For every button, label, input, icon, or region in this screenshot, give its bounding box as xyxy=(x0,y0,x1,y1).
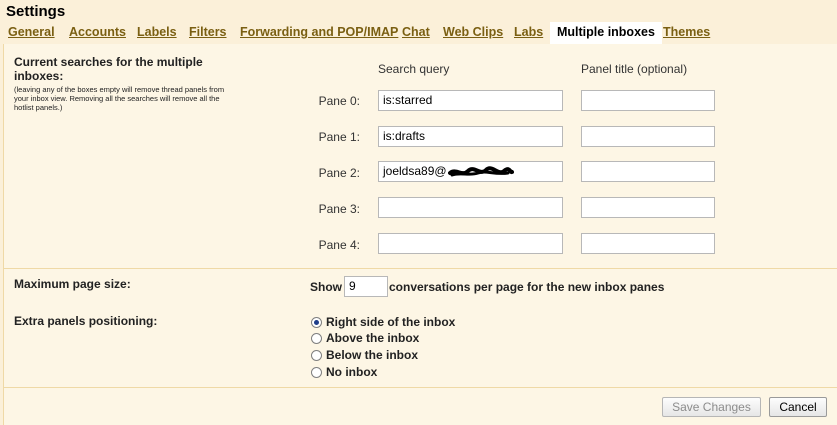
tab-chat[interactable]: Chat xyxy=(402,22,430,43)
tab-labs[interactable]: Labs xyxy=(514,22,543,43)
tab-filters[interactable]: Filters xyxy=(189,22,227,43)
tab-accounts[interactable]: Accounts xyxy=(69,22,126,43)
tab-web-clips[interactable]: Web Clips xyxy=(443,22,503,43)
radio-no-inbox-label: No inbox xyxy=(326,365,378,379)
radio-button-icon[interactable] xyxy=(311,333,322,344)
pane-4-query-input[interactable] xyxy=(378,233,563,254)
radio-no-inbox[interactable]: No inbox xyxy=(311,365,377,379)
tab-labels[interactable]: Labels xyxy=(137,22,177,43)
tab-themes[interactable]: Themes xyxy=(663,22,710,43)
radio-right-side-label: Right side of the inbox xyxy=(326,315,456,329)
pane-2-title-input[interactable] xyxy=(581,161,715,182)
searches-note: (leaving any of the boxes empty will rem… xyxy=(14,85,225,112)
positioning-label: Extra panels positioning: xyxy=(14,314,158,328)
pane-1-label: Pane 1: xyxy=(318,130,360,144)
radio-button-icon[interactable] xyxy=(311,367,322,378)
radio-below[interactable]: Below the inbox xyxy=(311,348,418,362)
page-size-label: Maximum page size: xyxy=(14,277,131,291)
radio-above-label: Above the inbox xyxy=(326,331,420,345)
pane-4-title-input[interactable] xyxy=(581,233,715,254)
pane-3-title-input[interactable] xyxy=(581,197,715,218)
searches-heading: Current searches for the multiple inboxe… xyxy=(14,55,203,83)
footer-divider xyxy=(3,387,837,388)
radio-below-label: Below the inbox xyxy=(326,348,419,362)
panel-title-column-header: Panel title (optional) xyxy=(581,62,688,76)
pane-2-label: Pane 2: xyxy=(318,166,360,180)
cancel-button[interactable]: Cancel xyxy=(769,397,827,417)
pane-1-query-input[interactable]: is:drafts xyxy=(378,126,563,147)
settings-tabs: General Accounts Labels Filters Forwardi… xyxy=(0,22,837,44)
page-size-show-text: Show xyxy=(310,280,342,294)
tab-forwarding-pop-imap[interactable]: Forwarding and POP/IMAP xyxy=(240,22,398,43)
pane-2-query-text: joeldsa89@ xyxy=(383,164,447,178)
radio-button-icon[interactable] xyxy=(311,317,322,328)
redaction-scribble xyxy=(448,166,514,177)
radio-button-icon[interactable] xyxy=(311,350,322,361)
radio-right-side[interactable]: Right side of the inbox xyxy=(311,315,455,329)
settings-header: Settings General Accounts Labels Filters… xyxy=(0,0,837,44)
page-size-suffix: conversations per page for the new inbox… xyxy=(389,280,665,294)
page-size-input[interactable]: 9 xyxy=(344,276,388,297)
save-changes-button[interactable]: Save Changes xyxy=(662,397,761,417)
pane-4-label: Pane 4: xyxy=(318,238,360,252)
pane-0-title-input[interactable] xyxy=(581,90,715,111)
tab-general[interactable]: General xyxy=(8,22,55,43)
pane-3-query-input[interactable] xyxy=(378,197,563,218)
section-divider xyxy=(3,268,837,269)
pane-3-label: Pane 3: xyxy=(318,202,360,216)
pane-0-query-input[interactable]: is:starred xyxy=(378,90,563,111)
pane-0-label: Pane 0: xyxy=(318,94,360,108)
search-query-column-header: Search query xyxy=(378,62,450,76)
pane-1-title-input[interactable] xyxy=(581,126,715,147)
tab-multiple-inboxes[interactable]: Multiple inboxes xyxy=(550,22,662,44)
page-title: Settings xyxy=(6,3,66,20)
radio-above[interactable]: Above the inbox xyxy=(311,331,419,345)
